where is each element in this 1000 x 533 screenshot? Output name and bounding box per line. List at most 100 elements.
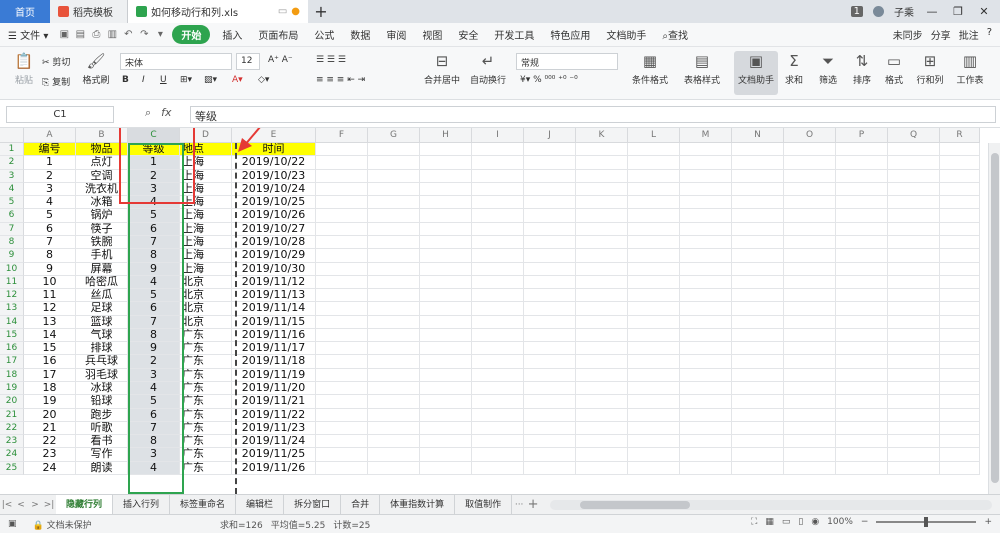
table-cell[interactable]: 广东 [180,435,232,449]
table-cell[interactable] [784,342,836,356]
table-cell[interactable] [524,461,576,475]
table-cell[interactable] [940,222,980,236]
table-cell[interactable] [576,289,628,303]
table-cell[interactable] [316,262,368,276]
table-cell[interactable]: 广东 [180,355,232,369]
table-cell[interactable] [940,249,980,263]
header-cell[interactable]: 编号 [24,143,76,157]
table-cell[interactable] [836,156,888,170]
table-cell[interactable]: 广东 [180,408,232,422]
table-cell[interactable] [472,275,524,290]
table-cell[interactable] [472,156,524,170]
zoom-out-icon[interactable]: − [861,517,869,527]
table-cell[interactable] [836,275,888,290]
font-grow-icon[interactable]: A⁺ A⁻ [268,55,293,65]
table-cell[interactable] [524,262,576,276]
table-cell[interactable] [888,395,940,409]
table-cell[interactable] [784,156,836,170]
select-all-corner[interactable] [0,128,24,143]
border-icon[interactable]: ⊞▾ [180,75,192,85]
table-cell[interactable]: 筷子 [76,222,128,236]
table-cell[interactable] [732,182,784,197]
table-cell[interactable]: 7 [128,235,180,250]
row-header[interactable]: 19 [0,382,24,396]
table-cell[interactable] [472,289,524,303]
table-cell[interactable] [628,342,680,356]
table-cell[interactable]: 足球 [76,302,128,316]
new-tab-plus-icon[interactable]: + [308,0,334,23]
table-cell[interactable] [472,328,524,343]
table-cell[interactable] [680,461,732,475]
table-cell[interactable] [628,382,680,396]
eye-protect-icon[interactable]: ◉ [811,517,819,527]
header-cell[interactable] [784,143,836,157]
header-cell[interactable] [836,143,888,157]
table-cell[interactable] [576,448,628,462]
table-cell[interactable] [680,342,732,356]
window-count-badge[interactable]: 1 [850,6,863,17]
table-cell[interactable]: 广东 [180,342,232,356]
horizontal-scrollbar[interactable] [550,499,992,510]
table-cell[interactable]: 屏幕 [76,262,128,276]
header-cell[interactable] [888,143,940,157]
column-header-p[interactable]: P [836,128,888,143]
table-cell[interactable] [680,395,732,409]
table-cell[interactable] [628,435,680,449]
table-cell[interactable] [680,302,732,316]
sheet-tab-hide-rows[interactable]: 隐藏行列 [56,494,114,515]
table-cell[interactable]: 19 [24,395,76,409]
table-cell[interactable] [940,262,980,276]
table-cell[interactable] [680,435,732,449]
table-cell[interactable]: 2019/11/24 [232,435,316,449]
name-box[interactable]: C1 [6,106,114,123]
row-header[interactable]: 22 [0,421,24,436]
table-cell[interactable] [472,262,524,276]
table-cell[interactable] [784,421,836,436]
table-cell[interactable] [732,156,784,170]
table-cell[interactable] [680,156,732,170]
table-cell[interactable] [836,249,888,263]
table-cell[interactable] [888,382,940,396]
sort-button[interactable]: ⇅ 排序 [844,51,880,86]
table-cell[interactable]: 听歌 [76,421,128,436]
table-cell[interactable] [784,368,836,383]
table-cell[interactable] [628,169,680,183]
table-cell[interactable] [888,262,940,276]
table-cell[interactable]: 上海 [180,222,232,236]
table-cell[interactable]: 看书 [76,435,128,449]
table-cell[interactable] [940,315,980,329]
table-cell[interactable] [628,368,680,383]
table-cell[interactable]: 手机 [76,249,128,263]
table-cell[interactable] [524,435,576,449]
avatar[interactable] [873,6,884,17]
table-cell[interactable] [888,196,940,210]
table-cell[interactable] [836,315,888,329]
table-cell[interactable]: 北京 [180,275,232,290]
table-cell[interactable]: 9 [128,262,180,276]
table-cell[interactable] [368,289,420,303]
table-cell[interactable]: 2019/11/16 [232,328,316,343]
table-cell[interactable] [680,182,732,197]
table-cell[interactable] [940,169,980,183]
table-cell[interactable] [628,302,680,316]
table-cell[interactable]: 6 [128,222,180,236]
merge-center-button[interactable]: ⊟ 合并居中 [416,51,468,86]
table-cell[interactable] [628,249,680,263]
table-cell[interactable]: 上海 [180,262,232,276]
table-cell[interactable] [472,421,524,436]
table-cell[interactable] [316,342,368,356]
table-cell[interactable] [316,355,368,369]
spreadsheet-grid[interactable]: A B C D E F G H I J K L M N O P Q R 1 编号 物品 等级 地点 时间 2 1 点灯 1 上海 2019… [0,128,1000,494]
table-cell[interactable] [680,421,732,436]
table-cell[interactable] [732,222,784,236]
table-cell[interactable] [732,382,784,396]
column-header-f[interactable]: F [316,128,368,143]
table-cell[interactable] [836,395,888,409]
table-cell[interactable] [316,156,368,170]
table-cell[interactable]: 5 [128,209,180,223]
row-header[interactable]: 13 [0,302,24,316]
row-header[interactable]: 8 [0,235,24,250]
table-cell[interactable] [888,368,940,383]
header-cell[interactable] [368,143,420,157]
table-cell[interactable] [784,448,836,462]
